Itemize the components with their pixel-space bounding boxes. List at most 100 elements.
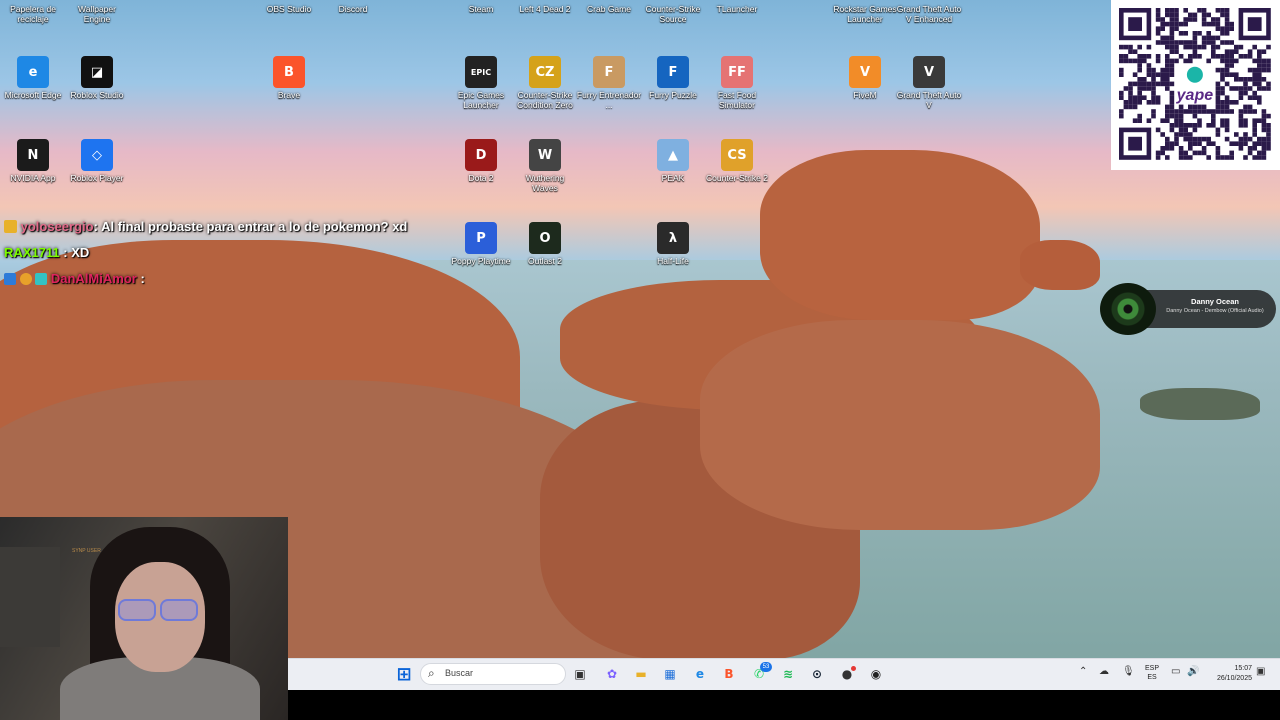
qr-module (1211, 17, 1216, 22)
qr-module (1165, 113, 1170, 119)
gta-v-enhanced-desktop-shortcut[interactable]: Grand Theft Auto V Enhanced (896, 0, 962, 24)
qr-module (1261, 127, 1267, 133)
search-input[interactable] (420, 663, 566, 685)
qr-module (1215, 86, 1221, 91)
windows-start-icon[interactable]: ⊞ (393, 663, 415, 685)
desktop-icon-label: Furry Puzzle (649, 90, 697, 100)
qr-module (1234, 141, 1239, 146)
furry-puzzle-desktop-shortcut[interactable]: F Furry Puzzle (640, 56, 706, 100)
fivem-icon: V (849, 56, 881, 88)
notification-bell-icon[interactable]: ▣ (1256, 666, 1265, 677)
roblox-studio-icon: ◪ (81, 56, 113, 88)
epic-games-launcher-desktop-shortcut[interactable]: EPIC Epic Games Launcher (448, 56, 514, 110)
qr-module (1174, 58, 1179, 64)
chat-badge-icon (4, 273, 16, 285)
discord-desktop-shortcut[interactable]: Discord (320, 0, 386, 14)
peak-desktop-shortcut[interactable]: ▲ PEAK (640, 139, 706, 183)
qr-module (1201, 150, 1207, 156)
qr-module (1215, 150, 1221, 156)
obs-icon[interactable]: ◉ (865, 663, 887, 685)
qr-module (1197, 136, 1202, 142)
dota-2-desktop-shortcut[interactable]: D Dota 2 (448, 139, 514, 183)
recycle-bin-desktop-shortcut[interactable]: Papelera de reciclaje (0, 0, 66, 24)
wuthering-waves-desktop-shortcut[interactable]: W Wuthering Waves (512, 139, 578, 193)
qr-module (1224, 12, 1230, 18)
qr-module (1183, 155, 1188, 160)
desktop-icon-label: TLauncher (716, 4, 758, 14)
volume-icon[interactable]: 🔊 (1187, 666, 1199, 677)
obs-desktop-shortcut[interactable]: OBS Studio (256, 0, 322, 14)
qr-module (1155, 8, 1161, 13)
qr-module (1123, 54, 1129, 59)
qr-module (1220, 72, 1225, 77)
task-view-icon[interactable]: ▣ (569, 663, 591, 685)
qr-module (1119, 109, 1124, 114)
qr-module (1174, 12, 1179, 18)
fivem-desktop-shortcut[interactable]: V FiveM (832, 56, 898, 100)
qr-module (1174, 21, 1179, 27)
cloud-off-icon[interactable]: ☁ (1099, 666, 1109, 677)
wallpaper-engine-desktop-shortcut[interactable]: Wallpaper Engine (64, 0, 130, 24)
qr-module (1165, 109, 1170, 114)
qr-module (1160, 150, 1165, 156)
qr-module (1169, 67, 1175, 73)
spotify-icon[interactable]: ≋ (777, 663, 799, 685)
brave-icon[interactable]: B (718, 663, 740, 685)
furry-entrenador-desktop-shortcut[interactable]: F Furry Entrenador ... (576, 56, 642, 110)
brave-desktop-shortcut[interactable]: B Brave (256, 56, 322, 100)
store-icon[interactable]: ▦ (659, 663, 681, 685)
qr-module (1206, 141, 1211, 146)
qr-module (1165, 8, 1170, 13)
roblox-player-desktop-shortcut[interactable]: ◇ Roblox Player (64, 139, 130, 183)
qr-module (1215, 104, 1221, 110)
chevron-up-icon[interactable]: ⌃ (1079, 666, 1087, 677)
counter-strike-source-desktop-shortcut[interactable]: Counter-Strike Source (640, 0, 706, 24)
qr-module (1155, 40, 1161, 45)
microphone-icon[interactable]: 🎙 (1122, 666, 1135, 677)
language-indicator[interactable]: ESP ES (1144, 664, 1160, 682)
qr-module (1165, 146, 1170, 151)
fast-food-simulator-desktop-shortcut[interactable]: FF Fast Food Simulator (704, 56, 770, 110)
qr-module (1137, 58, 1142, 64)
qr-module (1211, 40, 1216, 45)
grand-theft-auto-v-desktop-shortcut[interactable]: V Grand Theft Auto V (896, 56, 962, 110)
qr-module (1266, 44, 1271, 50)
qr-module (1266, 113, 1271, 119)
qr-module (1146, 118, 1152, 123)
counter-strike-condition-zero-desktop-shortcut[interactable]: CZ Counter-Strike Condition Zero (512, 56, 578, 110)
nvidia-app-desktop-shortcut[interactable]: N NVIDIA App (0, 139, 66, 183)
poppy-playtime-desktop-shortcut[interactable]: P Poppy Playtime (448, 222, 514, 266)
outlast-2-desktop-shortcut[interactable]: O Outlast 2 (512, 222, 578, 266)
rockstar-desktop-shortcut[interactable]: Rockstar Games Launcher (832, 0, 898, 24)
half-life-desktop-shortcut[interactable]: λ Half-Life (640, 222, 706, 266)
network-icon[interactable]: ▭ (1171, 666, 1180, 677)
qr-module (1146, 81, 1152, 87)
qr-module (1238, 77, 1244, 82)
file-explorer-icon[interactable]: ▬ (630, 663, 652, 685)
qr-module (1224, 8, 1230, 13)
qr-module (1252, 77, 1257, 82)
qr-module (1155, 127, 1161, 133)
counter-strike-2-desktop-shortcut[interactable]: CS Counter-Strike 2 (704, 139, 770, 183)
roblox-studio-desktop-shortcut[interactable]: ◪ Roblox Studio (64, 56, 130, 100)
qr-module (1229, 54, 1234, 59)
qr-module (1211, 123, 1216, 128)
steam-desktop-shortcut[interactable]: Steam (448, 0, 514, 14)
system-clock[interactable]: 15:07 26/10/2025 (1200, 664, 1252, 684)
microsoft-edge-desktop-shortcut[interactable]: e Microsoft Edge (0, 56, 66, 100)
qr-module (1165, 67, 1170, 73)
chat-message: XD (71, 245, 90, 260)
desktop-icon-label: NVIDIA App (10, 173, 56, 183)
left4dead2-desktop-shortcut[interactable]: Left 4 Dead 2 (512, 0, 578, 14)
tlauncher-desktop-shortcut[interactable]: TLauncher (704, 0, 770, 14)
furry-puzzle-icon: F (657, 56, 689, 88)
desktop-icon-label: Dota 2 (468, 173, 494, 183)
qr-module (1160, 132, 1165, 137)
qr-module (1155, 58, 1161, 64)
copilot-icon[interactable]: ✿ (601, 663, 623, 685)
steam-icon[interactable]: ⊙ (806, 663, 828, 685)
edge-icon[interactable]: e (689, 663, 711, 685)
desktop-icon-label: Counter-Strike Source (645, 4, 701, 24)
qr-module (1261, 109, 1267, 114)
crab-game-desktop-shortcut[interactable]: Crab Game (576, 0, 642, 14)
